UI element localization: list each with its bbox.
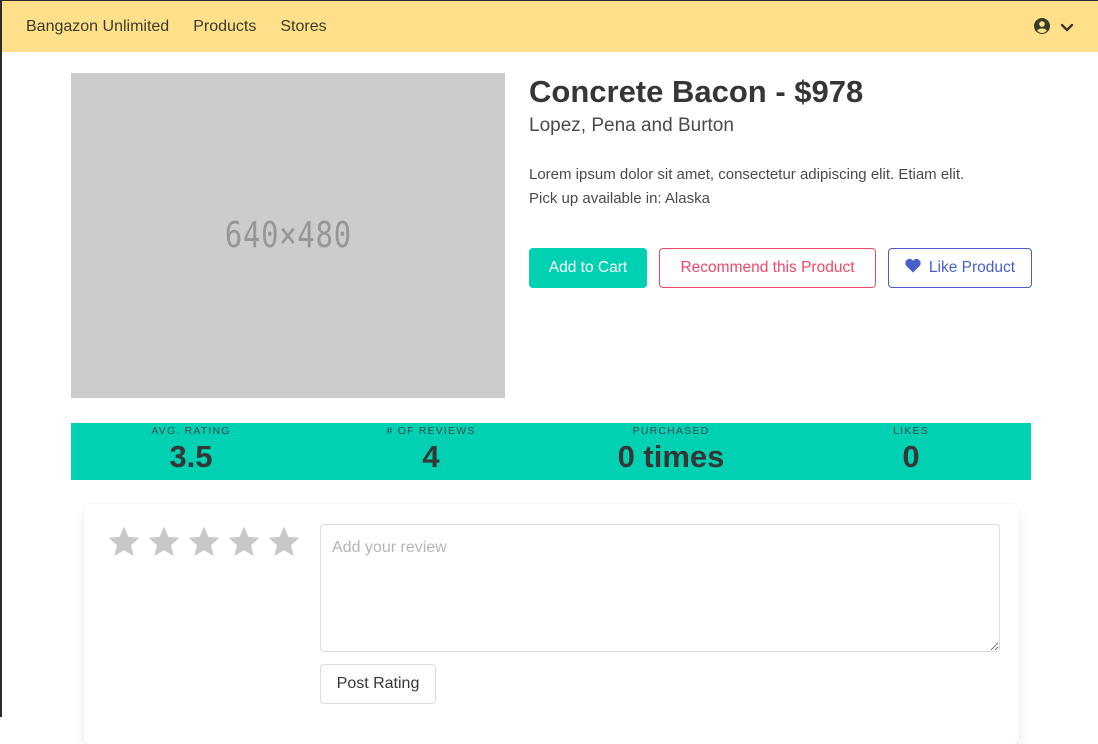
like-label: Like Product (928, 259, 1016, 276)
nav-products-link[interactable]: Products (193, 18, 256, 36)
recommend-label: Recommend this Product (680, 259, 855, 276)
stat-value: 4 (422, 439, 440, 474)
product-description-block: Lorem ipsum dolor sit amet, consectetur … (529, 163, 964, 211)
star-icon[interactable] (106, 524, 142, 560)
chevron-down-icon (1060, 20, 1074, 38)
stat-review-count: # of Reviews 4 (311, 423, 551, 480)
product-stats-bar: Avg. Rating 3.5 # of Reviews 4 Purchased… (71, 423, 1031, 480)
stat-value: 0 times (617, 439, 725, 474)
add-to-cart-button[interactable]: Add to Cart (529, 248, 647, 288)
stat-likes: Likes 0 (791, 423, 1031, 480)
product-image: 640×480 (71, 73, 505, 398)
heart-icon (905, 258, 921, 278)
stat-avg-rating: Avg. Rating 3.5 (71, 423, 311, 480)
star-icon[interactable] (186, 524, 222, 560)
product-store: Lopez, Pena and Burton (529, 115, 734, 136)
star-icon[interactable] (146, 524, 182, 560)
product-pickup: Pick up available in: Alaska (529, 190, 710, 207)
review-textarea[interactable] (320, 524, 1000, 652)
star-icon[interactable] (226, 524, 262, 560)
star-icon[interactable] (266, 524, 302, 560)
stat-heading: Avg. Rating (151, 425, 231, 437)
user-circle-icon (1034, 18, 1050, 39)
post-rating-label: Post Rating (336, 675, 420, 692)
stat-purchased: Purchased 0 times (551, 423, 791, 480)
stat-value: 0 (902, 439, 920, 474)
stat-heading: # of Reviews (386, 425, 476, 437)
add-to-cart-label: Add to Cart (548, 259, 628, 276)
post-rating-button[interactable]: Post Rating (320, 664, 436, 704)
image-placeholder-label: 640×480 (224, 215, 352, 256)
like-product-button[interactable]: Like Product (888, 248, 1032, 288)
review-form: Post Rating (84, 504, 1019, 744)
navbar: Bangazon Unlimited Products Stores (2, 0, 1098, 52)
stat-value: 3.5 (169, 439, 213, 474)
stat-heading: Purchased (632, 425, 710, 437)
product-title: Concrete Bacon - $978 (529, 74, 864, 109)
stat-heading: Likes (893, 425, 929, 437)
nav-stores-link[interactable]: Stores (280, 18, 326, 36)
recommend-product-button[interactable]: Recommend this Product (659, 248, 876, 288)
user-menu-dropdown[interactable] (1034, 18, 1074, 39)
product-description: Lorem ipsum dolor sit amet, consectetur … (529, 166, 965, 183)
star-rating-input (106, 524, 302, 560)
nav-brand-link[interactable]: Bangazon Unlimited (26, 18, 169, 36)
